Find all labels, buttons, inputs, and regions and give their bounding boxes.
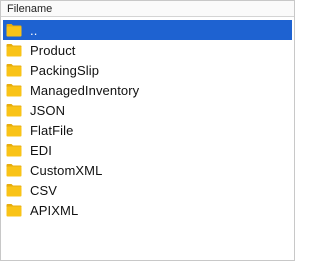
folder-icon [6,144,22,157]
list-item[interactable]: JSON [3,100,292,120]
list-item[interactable]: ManagedInventory [3,80,292,100]
folder-icon [6,84,22,97]
list-item[interactable]: APIXML [3,200,292,220]
file-list-view[interactable]: Filename .. Product PackingSlip ManagedI… [0,0,295,261]
folder-icon [6,44,22,57]
list-item-label: CSV [30,182,58,198]
list-item-label: .. [30,22,38,38]
folder-icon [6,164,22,177]
folder-icon [6,204,22,217]
list-item-label: JSON [30,102,66,118]
list-item[interactable]: PackingSlip [3,60,292,80]
folder-icon [6,184,22,197]
folder-icon [6,24,22,37]
list-item[interactable]: .. [3,20,292,40]
folder-icon [6,104,22,117]
list-item[interactable]: CSV [3,180,292,200]
list-item-label: APIXML [30,202,79,218]
folder-icon [6,64,22,77]
folder-icon [6,124,22,137]
filename-column-header[interactable]: Filename [1,1,294,17]
list-item-label: ManagedInventory [30,82,140,98]
file-list-rows: .. Product PackingSlip ManagedInventory [1,17,294,220]
list-item-label: CustomXML [30,162,103,178]
list-item[interactable]: EDI [3,140,292,160]
list-item-label: FlatFile [30,122,74,138]
list-item-label: Product [30,42,76,58]
list-item[interactable]: Product [3,40,292,60]
list-item[interactable]: CustomXML [3,160,292,180]
list-item[interactable]: FlatFile [3,120,292,140]
list-item-label: EDI [30,142,52,158]
list-item-label: PackingSlip [30,62,100,78]
